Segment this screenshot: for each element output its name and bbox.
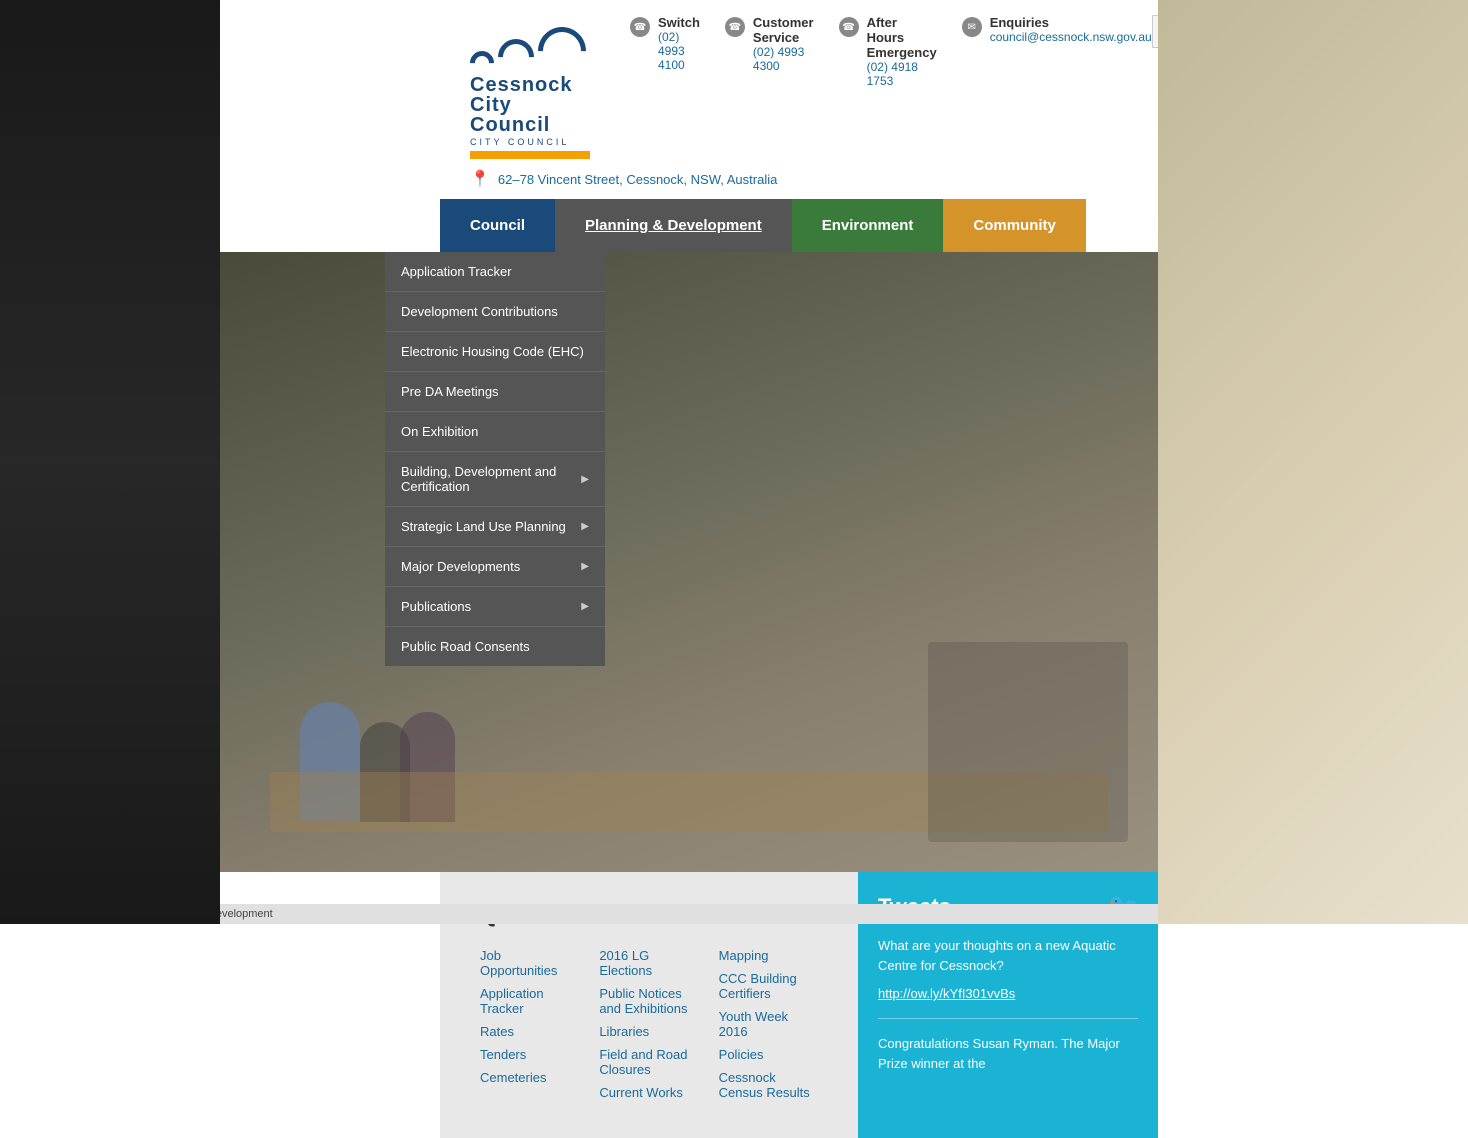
dropdown-item-label: Public Road Consents (401, 639, 530, 654)
logo-title: Cessnock City Council (470, 75, 590, 135)
dropdown-publications[interactable]: Publications ▶ (385, 587, 605, 627)
chevron-right-icon: ▶ (581, 561, 589, 572)
contact-enquiries-text: Enquiries council@cessnock.nsw.gov.au (990, 15, 1152, 44)
dropdown-item-label: Application Tracker (401, 264, 512, 279)
contact-ah-label: After Hours Emergency (867, 15, 937, 60)
quicklinks-col-1: Job Opportunities Application Tracker Ra… (480, 948, 579, 1108)
dropdown-major-developments[interactable]: Major Developments ▶ (385, 547, 605, 587)
contact-customer-service: ☎ Customer Service (02) 4993 4300 (725, 15, 814, 88)
quicklink-job-opportunities[interactable]: Job Opportunities (480, 948, 579, 978)
logo-subtitle: CITY COUNCIL (470, 137, 590, 147)
dropdown-item-label: Development Contributions (401, 304, 558, 319)
quicklinks-grid: Job Opportunities Application Tracker Ra… (480, 948, 818, 1108)
dropdown-item-label: Major Developments (401, 559, 520, 574)
tweet-content: What are your thoughts on a new Aquatic … (878, 936, 1138, 975)
contact-switch: ☎ Switch (02) 4993 4100 (630, 15, 700, 88)
contact-cs-text: Customer Service (02) 4993 4300 (753, 15, 814, 73)
dropdown-item-label: On Exhibition (401, 424, 478, 439)
left-sidebar (0, 0, 220, 924)
contact-switch-text: Switch (02) 4993 4100 (658, 15, 700, 72)
contact-cs-phone[interactable]: (02) 4993 4300 (753, 45, 814, 73)
quicklink-field-road[interactable]: Field and Road Closures (599, 1047, 698, 1077)
logo-arcs (470, 15, 586, 75)
logo-text-area: Cessnock City Council CITY COUNCIL (470, 75, 590, 159)
contact-ah-text: After Hours Emergency (02) 4918 1753 (867, 15, 937, 88)
contact-ah-phone[interactable]: (02) 4918 1753 (867, 60, 937, 88)
contact-cs-label: Customer Service (753, 15, 814, 45)
chevron-right-icon: ▶ (581, 601, 589, 612)
quicklink-cemeteries[interactable]: Cemeteries (480, 1070, 579, 1085)
nav-community[interactable]: Community (943, 199, 1086, 252)
header-contacts: ☎ Switch (02) 4993 4100 ☎ Customer Servi… (630, 15, 1152, 88)
desk-scene-right (928, 642, 1128, 842)
right-panel (1158, 0, 1468, 924)
quicklink-current-works[interactable]: Current Works (599, 1085, 698, 1100)
contact-enquiries-label: Enquiries (990, 15, 1152, 30)
dropdown-development-contributions[interactable]: Development Contributions (385, 292, 605, 332)
navbar: Council Planning & Development Environme… (440, 199, 1158, 252)
dropdown-pre-da-meetings[interactable]: Pre DA Meetings (385, 372, 605, 412)
dropdown-strategic-land-use[interactable]: Strategic Land Use Planning ▶ (385, 507, 605, 547)
envelope-icon: ✉ (962, 17, 982, 37)
contact-switch-label: Switch (658, 15, 700, 30)
quicklink-libraries[interactable]: Libraries (599, 1024, 698, 1039)
chevron-right-icon: ▶ (581, 474, 589, 485)
quicklink-public-notices[interactable]: Public Notices and Exhibitions (599, 986, 698, 1016)
quicklink-lg-elections[interactable]: 2016 LG Elections (599, 948, 698, 978)
dropdown-item-label: Building, Development and Certification (401, 464, 581, 494)
planning-dropdown: Application Tracker Development Contribu… (385, 252, 605, 666)
chevron-right-icon: ▶ (581, 521, 589, 532)
dropdown-item-label: Publications (401, 599, 471, 614)
quicklink-tenders[interactable]: Tenders (480, 1047, 579, 1062)
tweet-followup: Congratulations Susan Ryman. The Major P… (878, 1034, 1138, 1073)
dropdown-public-road-consents[interactable]: Public Road Consents (385, 627, 605, 666)
contact-enquiries: ✉ Enquiries council@cessnock.nsw.gov.au (962, 15, 1152, 88)
logo-yellow-stripe (470, 151, 590, 159)
dropdown-item-label: Strategic Land Use Planning (401, 519, 566, 534)
quicklink-rates[interactable]: Rates (480, 1024, 579, 1039)
main-content-wrapper: Cessnock City Council CITY COUNCIL ☎ Swi… (220, 0, 1158, 1138)
dropdown-application-tracker[interactable]: Application Tracker (385, 252, 605, 292)
contact-switch-phone[interactable]: (02) 4993 4100 (658, 30, 700, 72)
contact-enquiries-email[interactable]: council@cessnock.nsw.gov.au (990, 30, 1152, 44)
quicklink-youth-week[interactable]: Youth Week 2016 (719, 1009, 818, 1039)
phone-icon-ah: ☎ (839, 17, 859, 37)
address-section: 📍 62–78 Vincent Street, Cessnock, NSW, A… (440, 164, 1158, 199)
quicklinks-col-2: 2016 LG Elections Public Notices and Exh… (599, 948, 698, 1108)
phone-icon-cs: ☎ (725, 17, 745, 37)
quicklink-cessnock-census[interactable]: Cessnock Census Results (719, 1070, 818, 1100)
sidebar-decoration (0, 0, 220, 924)
quicklink-ccc-building[interactable]: CCC Building Certifiers (719, 971, 818, 1001)
tweet-link[interactable]: http://ow.ly/kYfI301vvBs (878, 986, 1015, 1001)
dropdown-electronic-housing-code[interactable]: Electronic Housing Code (EHC) (385, 332, 605, 372)
dropdown-on-exhibition[interactable]: On Exhibition (385, 412, 605, 452)
pin-icon: 📍 (470, 169, 490, 189)
hero-office-scene (220, 252, 1158, 872)
dropdown-building-development[interactable]: Building, Development and Certification … (385, 452, 605, 507)
quicklink-policies[interactable]: Policies (719, 1047, 818, 1062)
nav-planning[interactable]: Planning & Development (555, 199, 792, 252)
quicklinks-col-3: Mapping CCC Building Certifiers Youth We… (719, 948, 818, 1108)
hero-overlay (220, 252, 1158, 872)
nav-environment[interactable]: Environment (792, 199, 944, 252)
quicklink-application-tracker[interactable]: Application Tracker (480, 986, 579, 1016)
address-link[interactable]: 62–78 Vincent Street, Cessnock, NSW, Aus… (498, 172, 777, 187)
dropdown-item-label: Pre DA Meetings (401, 384, 499, 399)
quicklink-mapping[interactable]: Mapping (719, 948, 818, 963)
phone-icon-switch: ☎ (630, 17, 650, 37)
header-top: Cessnock City Council CITY COUNCIL ☎ Swi… (440, 0, 1158, 164)
dropdown-item-label: Electronic Housing Code (EHC) (401, 344, 584, 359)
contact-after-hours: ☎ After Hours Emergency (02) 4918 1753 (839, 15, 937, 88)
logo[interactable]: Cessnock City Council CITY COUNCIL (470, 15, 590, 159)
nav-council[interactable]: Council (440, 199, 555, 252)
tweet-divider (878, 1018, 1138, 1019)
hero-image (220, 252, 1158, 872)
